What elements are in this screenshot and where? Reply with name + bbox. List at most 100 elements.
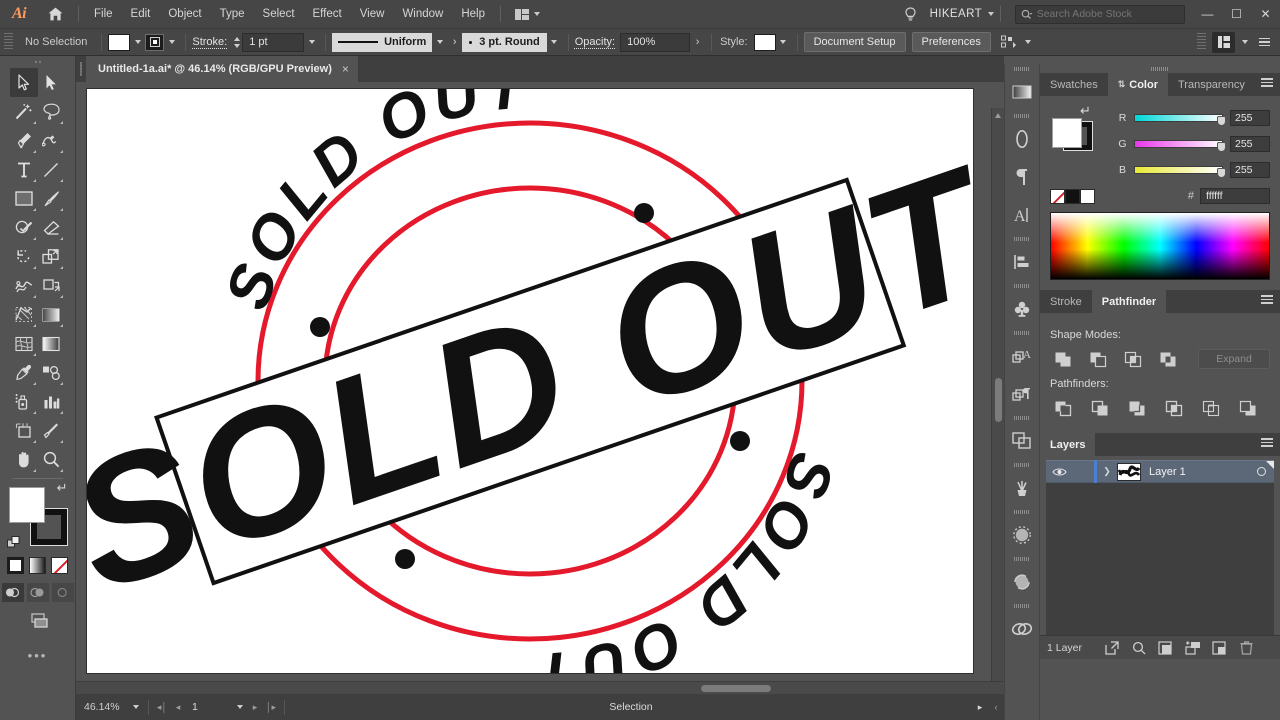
menu-object[interactable]: Object (159, 0, 210, 29)
tool-eraser-tool[interactable] (38, 213, 66, 242)
preferences-button[interactable]: Preferences (911, 32, 991, 52)
opacity-more-icon[interactable]: › (690, 34, 705, 51)
stroke-weight-stepper[interactable] (232, 34, 242, 51)
swatch-none[interactable] (1050, 188, 1065, 204)
opacity-field[interactable]: 100% (620, 32, 691, 52)
stroke-color-swatch[interactable] (145, 33, 165, 51)
outline-button[interactable] (1198, 397, 1224, 419)
icon-dock-grip-10[interactable] (1005, 601, 1039, 610)
tool-magic-wand-tool[interactable] (10, 97, 38, 126)
draw-inside-icon[interactable] (51, 583, 74, 602)
tool-lasso-tool[interactable] (38, 97, 66, 126)
slider-value-g[interactable]: 255 (1230, 136, 1270, 152)
hex-value-field[interactable]: ffffff (1200, 188, 1270, 204)
icon-dock-grip-4[interactable] (1005, 281, 1039, 290)
stroke-profile-more-icon[interactable]: › (447, 34, 462, 51)
fill-swatch-large[interactable] (8, 487, 45, 523)
color-spectrum[interactable] (1050, 212, 1270, 280)
tool-selection-tool[interactable] (10, 68, 38, 97)
graphic-styles-panel-icon[interactable]: A (1005, 337, 1039, 375)
create-new-sublayer-icon[interactable] (1179, 636, 1206, 660)
tool-artboard-tool[interactable] (10, 416, 38, 445)
stroke-profile-select[interactable]: Uniform (332, 32, 433, 52)
tool-scale-tool[interactable] (38, 242, 66, 271)
tool-curvature-tool[interactable] (38, 126, 66, 155)
minimize-button[interactable]: — (1193, 0, 1222, 29)
tool-free-transform-tool[interactable] (38, 271, 66, 300)
tab-stroke[interactable]: Stroke (1040, 290, 1092, 313)
brush-definition-chevron-icon[interactable] (547, 34, 562, 51)
trim-button[interactable] (1087, 397, 1113, 419)
intersect-button[interactable] (1120, 348, 1146, 370)
exclude-button[interactable] (1155, 348, 1181, 370)
expand-button[interactable]: Expand (1198, 349, 1270, 369)
tab-strip-grip[interactable] (76, 56, 86, 82)
arrange-documents-button[interactable] (507, 8, 548, 20)
search-icon[interactable] (1125, 636, 1152, 660)
status-next-icon[interactable]: ▸ (972, 694, 988, 720)
tool-type-tool[interactable] (10, 155, 38, 184)
slider-knob-g[interactable] (1217, 142, 1226, 152)
draw-normal-icon[interactable] (1, 583, 24, 602)
tool-paintbrush-tool[interactable] (38, 184, 66, 213)
slider-value-b[interactable]: 255 (1230, 162, 1270, 178)
first-artboard-button[interactable]: ◂│ (154, 694, 170, 720)
panel-list-icon[interactable] (1254, 32, 1274, 52)
opacity-label[interactable]: Opacity: (575, 36, 615, 48)
user-account-name[interactable]: HIKEART (924, 8, 988, 20)
vertical-scroll-thumb[interactable] (995, 378, 1002, 422)
menu-type[interactable]: Type (211, 0, 254, 29)
previous-artboard-button[interactable]: ◂ (170, 694, 186, 720)
tool-pen-tool[interactable] (10, 126, 38, 155)
tool-column-graph-tool[interactable] (38, 387, 66, 416)
icon-dock-grip-7[interactable] (1005, 460, 1039, 469)
paragraph-panel-icon[interactable] (1005, 158, 1039, 196)
home-icon[interactable] (38, 0, 72, 29)
artboard[interactable]: SOLD OUT SOLD OUT SOLD OUT (87, 89, 973, 673)
table-row[interactable]: ❯ Layer 1 (1046, 460, 1274, 483)
menu-file[interactable]: File (85, 0, 122, 29)
icon-dock-grip-9[interactable] (1005, 554, 1039, 563)
icon-dock-grip-6[interactable] (1005, 413, 1039, 422)
document-tab[interactable]: Untitled-1a.ai* @ 46.14% (RGB/GPU Previe… (86, 56, 359, 82)
workspace-grip[interactable] (1197, 33, 1206, 51)
minus-front-button[interactable] (1085, 348, 1111, 370)
slider-knob-r[interactable] (1217, 116, 1226, 126)
tool-rotate-tool[interactable] (10, 242, 38, 271)
screen-mode-button[interactable] (0, 612, 75, 630)
layer-target-indicator[interactable] (1257, 467, 1266, 476)
layer-visibility-icon[interactable] (1046, 467, 1072, 477)
unite-button[interactable] (1050, 348, 1076, 370)
stroke-dropdown-chevron-icon[interactable] (164, 34, 179, 51)
stroke-profile-chevron-icon[interactable] (432, 34, 447, 51)
graphic-style-swatch[interactable] (753, 33, 776, 51)
delete-selection-icon[interactable] (1233, 636, 1260, 660)
scroll-up-icon[interactable] (995, 113, 1001, 118)
tool-eyedropper-tool[interactable] (10, 358, 38, 387)
panel-dock-grip[interactable] (1040, 64, 1280, 73)
tool-perspective-grid-tool[interactable] (38, 300, 66, 329)
select-similar-objects-icon[interactable] (997, 32, 1021, 52)
tab-layers[interactable]: Layers (1040, 433, 1096, 456)
menu-view[interactable]: View (351, 0, 394, 29)
icon-dock-grip-5[interactable] (1005, 328, 1039, 337)
color-swap-icon[interactable]: ↵ (1080, 103, 1091, 119)
status-resize-grip-icon[interactable]: ‹ (988, 694, 1004, 720)
adobe-stock-search[interactable] (1015, 4, 1185, 24)
slider-knob-b[interactable] (1217, 168, 1226, 178)
close-button[interactable]: ✕ (1251, 0, 1280, 29)
tab-swatches[interactable]: Swatches (1040, 73, 1108, 96)
close-icon[interactable]: × (342, 62, 349, 76)
tab-pathfinder[interactable]: Pathfinder (1091, 290, 1167, 313)
horizontal-scrollbar[interactable] (76, 681, 1004, 694)
menu-select[interactable]: Select (254, 0, 304, 29)
stroke-weight-label[interactable]: Stroke: (192, 36, 227, 48)
workspace-chevron-icon[interactable] (1237, 34, 1252, 51)
horizontal-scroll-thumb[interactable] (701, 685, 771, 692)
symbols-panel-icon[interactable] (1005, 290, 1039, 328)
maximize-button[interactable]: ☐ (1222, 0, 1251, 29)
slider-value-r[interactable]: 255 (1230, 110, 1270, 126)
control-bar-grip[interactable] (4, 33, 13, 51)
menu-window[interactable]: Window (393, 0, 452, 29)
tool-direct-selection-tool[interactable] (38, 68, 66, 97)
